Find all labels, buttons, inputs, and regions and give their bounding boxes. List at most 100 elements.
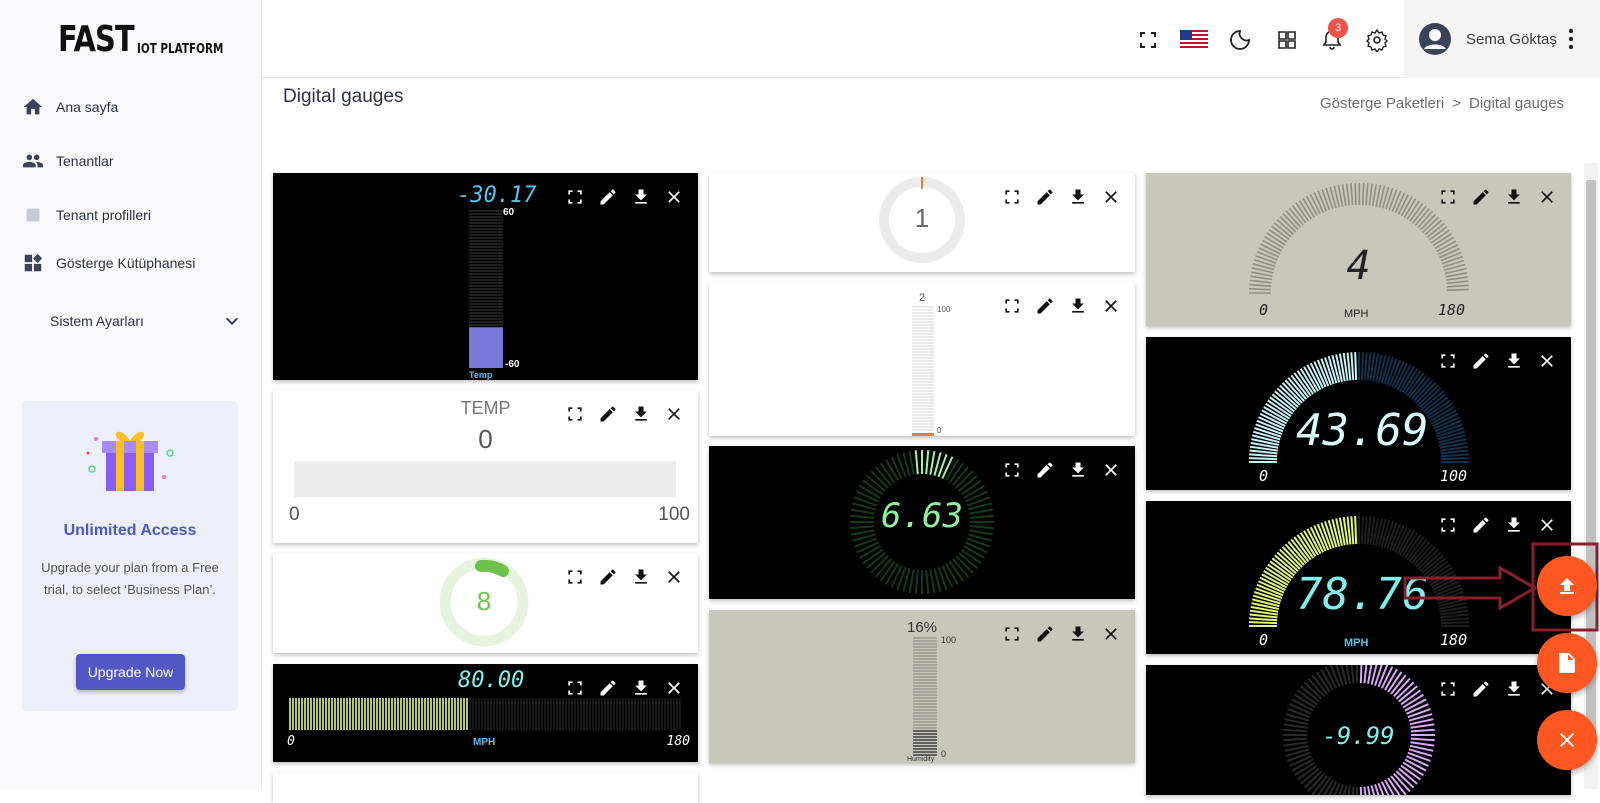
thermometer-min: -60 xyxy=(505,359,519,370)
edit-icon[interactable] xyxy=(1035,460,1055,480)
humidity-min: 0 xyxy=(941,749,946,759)
download-icon[interactable] xyxy=(1504,515,1524,535)
close-icon[interactable] xyxy=(1101,460,1121,480)
us-flag-icon[interactable] xyxy=(1180,28,1208,52)
gauge-tick xyxy=(1364,665,1367,683)
download-icon[interactable] xyxy=(1068,624,1088,644)
edit-icon[interactable] xyxy=(1471,187,1491,207)
fullscreen-icon[interactable] xyxy=(565,404,585,424)
fullscreen-icon[interactable] xyxy=(565,187,585,207)
widget-temp-bar[interactable]: TEMP 0 0 100 xyxy=(273,390,698,543)
download-icon[interactable] xyxy=(631,404,651,424)
fullscreen-icon[interactable] xyxy=(565,567,585,587)
close-icon[interactable] xyxy=(664,187,684,207)
edit-icon[interactable] xyxy=(598,187,618,207)
widget-speedo-gray[interactable]: 4 0 180 MPH xyxy=(1146,173,1571,326)
user-menu[interactable]: Sema Göktaş xyxy=(1404,0,1600,78)
close-icon[interactable] xyxy=(1537,187,1557,207)
promo-card: Unlimited Access Upgrade your plan from … xyxy=(22,401,238,711)
close-icon[interactable] xyxy=(1101,624,1121,644)
widget-humidity[interactable]: 16% 100 0 Humidity xyxy=(709,610,1135,763)
white-vertical-fill xyxy=(912,433,934,436)
edit-icon[interactable] xyxy=(1035,296,1055,316)
close-icon[interactable] xyxy=(1537,515,1557,535)
sidebar-item-gosterge-kutuphanesi[interactable]: Gösterge Kütüphanesi xyxy=(22,248,195,278)
close-icon[interactable] xyxy=(1537,351,1557,371)
gauge-tick xyxy=(916,450,918,474)
sidebar-item-sistem-ayarlari[interactable]: Sistem Ayarları xyxy=(50,313,240,329)
widget-speed-bar[interactable]: 80.00 0 180 MPH xyxy=(273,664,698,762)
fullscreen-icon[interactable] xyxy=(565,678,585,698)
white-vertical-value: 2 xyxy=(919,292,925,304)
edit-icon[interactable] xyxy=(1471,515,1491,535)
download-icon[interactable] xyxy=(1504,187,1524,207)
breadcrumb-current: Digital gauges xyxy=(1469,95,1564,112)
download-icon[interactable] xyxy=(631,187,651,207)
widget-toolbar xyxy=(1438,187,1557,207)
widget-thermometer[interactable]: -30.17 60 -60 Temp xyxy=(273,173,698,380)
fullscreen-icon[interactable] xyxy=(1002,187,1022,207)
fullscreen-icon[interactable] xyxy=(1438,187,1458,207)
gauge-tick xyxy=(1355,352,1356,380)
gauge-tick xyxy=(1366,183,1368,205)
sidebar-item-tenantlar[interactable]: Tenantlar xyxy=(22,146,114,176)
close-icon[interactable] xyxy=(664,404,684,424)
edit-icon[interactable] xyxy=(1035,624,1055,644)
edit-icon[interactable] xyxy=(1471,351,1491,371)
download-icon[interactable] xyxy=(631,678,651,698)
edit-icon[interactable] xyxy=(1471,679,1491,699)
edit-icon[interactable] xyxy=(1035,187,1055,207)
fullscreen-icon[interactable] xyxy=(1438,515,1458,535)
upload-fab-button[interactable] xyxy=(1537,556,1597,616)
close-icon[interactable] xyxy=(664,678,684,698)
sidebar-item-ana-sayfa[interactable]: Ana sayfa xyxy=(22,92,118,122)
download-icon[interactable] xyxy=(1504,679,1524,699)
more-vert-icon[interactable] xyxy=(1567,28,1575,50)
upgrade-now-button[interactable]: Upgrade Now xyxy=(76,654,185,690)
file-fab-button[interactable] xyxy=(1537,633,1597,693)
moon-icon[interactable] xyxy=(1228,28,1252,52)
upload-icon xyxy=(1555,574,1579,598)
widget-radial-purple[interactable]: -9.99 xyxy=(1146,665,1571,795)
widget-donut-green[interactable]: 8 xyxy=(273,553,698,653)
gauge-tick xyxy=(1389,190,1397,211)
close-icon[interactable] xyxy=(664,567,684,587)
close-icon[interactable] xyxy=(1101,296,1121,316)
humidity-max: 100 xyxy=(941,635,956,645)
download-icon[interactable] xyxy=(1068,296,1088,316)
widget-partial xyxy=(273,773,698,803)
logo[interactable]: FAST IOT PLATFORM xyxy=(58,22,245,58)
edit-icon[interactable] xyxy=(598,404,618,424)
gauge-tick xyxy=(1362,352,1363,380)
widget-white-vertical[interactable]: 2 100 0 xyxy=(709,282,1135,436)
widget-donut-gray[interactable]: 1 xyxy=(709,173,1135,272)
download-icon[interactable] xyxy=(1504,351,1524,371)
sidebar-item-label: Tenant profilleri xyxy=(56,207,151,223)
widget-toolbar xyxy=(565,678,684,698)
widget-arc-blue[interactable]: 43.69 0 100 xyxy=(1146,337,1571,490)
widget-toolbar xyxy=(1438,351,1557,371)
widget-radial-green[interactable]: 6.63 xyxy=(709,446,1135,599)
close-fab-button[interactable] xyxy=(1537,710,1597,770)
fullscreen-icon[interactable] xyxy=(1002,624,1022,644)
download-icon[interactable] xyxy=(1068,460,1088,480)
fullscreen-icon[interactable] xyxy=(1136,28,1160,52)
breadcrumb-parent[interactable]: Gösterge Paketleri xyxy=(1320,95,1444,112)
download-icon[interactable] xyxy=(1068,187,1088,207)
gauge-tick xyxy=(1356,665,1357,683)
arc-yellow-unit: MPH xyxy=(1344,637,1368,649)
fullscreen-icon[interactable] xyxy=(1002,460,1022,480)
apps-icon[interactable] xyxy=(1275,28,1299,52)
close-icon[interactable] xyxy=(1101,187,1121,207)
gear-icon[interactable] xyxy=(1365,28,1389,52)
fullscreen-icon[interactable] xyxy=(1438,351,1458,371)
download-icon[interactable] xyxy=(631,567,651,587)
edit-icon[interactable] xyxy=(598,567,618,587)
fullscreen-icon[interactable] xyxy=(1438,679,1458,699)
temp-bar-track xyxy=(294,461,676,497)
edit-icon[interactable] xyxy=(598,678,618,698)
donut-gray-value: 1 xyxy=(709,203,1135,234)
gauge-tick xyxy=(1351,516,1353,544)
fullscreen-icon[interactable] xyxy=(1002,296,1022,316)
sidebar-item-tenant-profilleri[interactable]: Tenant profilleri xyxy=(22,200,151,230)
